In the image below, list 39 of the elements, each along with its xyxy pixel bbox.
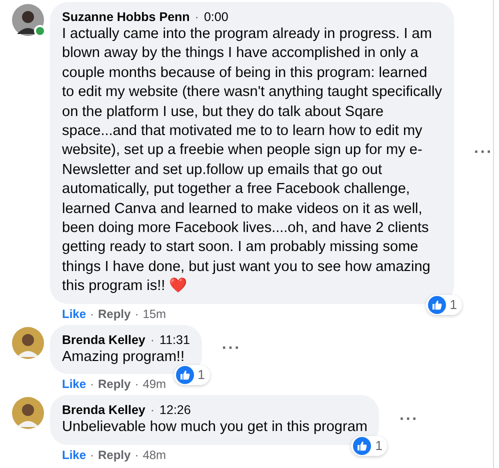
comment-age[interactable]: 15m [142, 306, 166, 321]
thumbs-up-icon [353, 436, 372, 454]
author-name[interactable]: Brenda Kelley [62, 332, 146, 348]
reply-link[interactable]: Reply [98, 306, 131, 321]
more-options-button[interactable]: ··· [474, 144, 493, 162]
separator-dot: · [150, 402, 155, 418]
reaction-count[interactable]: 1 [426, 294, 462, 315]
more-options-button[interactable]: ··· [222, 340, 241, 358]
comment-age[interactable]: 49m [142, 377, 166, 392]
thumbs-up-icon [428, 296, 446, 314]
comment-text: Amazing program!! [62, 348, 186, 367]
reaction-count[interactable]: 1 [351, 436, 388, 456]
comment-text: Unbelievable how much you get in this program [62, 418, 368, 438]
reply-link[interactable]: Reply [98, 377, 131, 392]
thumbs-up-icon [176, 366, 194, 384]
avatar[interactable] [12, 326, 44, 359]
like-link[interactable]: Like [62, 377, 86, 392]
comment-time[interactable]: 12:26 [160, 402, 191, 418]
like-link[interactable]: Like [62, 448, 86, 462]
comment-time[interactable]: 11:31 [160, 332, 190, 348]
author-name[interactable]: Suzanne Hobbs Penn [62, 9, 190, 25]
separator-dot: · [134, 377, 139, 392]
separator-dot: · [90, 448, 94, 462]
reaction-count[interactable]: 1 [174, 365, 210, 386]
separator-dot: · [194, 9, 199, 25]
author-name[interactable]: Brenda Kelley [62, 402, 146, 418]
comment-age[interactable]: 48m [142, 448, 166, 462]
avatar[interactable] [12, 397, 44, 430]
separator-dot: · [90, 377, 94, 392]
separator-dot: · [134, 448, 139, 462]
reply-link[interactable]: Reply [98, 448, 131, 462]
avatar[interactable] [12, 4, 44, 36]
separator-dot: · [150, 332, 155, 348]
separator-dot: · [90, 306, 94, 321]
like-link[interactable]: Like [62, 306, 86, 321]
comment-text: I actually came into the program already in progress. I am blown away by the things I have accomplished in only a couple months because of being in this program: learned to edit my website (there wasn't anything taught specifically on the platform I use, but they do talk about Sqare space...and that motivated me to to learn how to edit my website), set up a freebie when people sign up for my e-Newsletter and set up.follow up emails that go out automatically, put together a free Facebook challenge, learned Canva and learned to make videos on it as well, been doing more Facebook lives....oh, and have 2 clients getting ready to start soon. I am probably missing some things I have done, but just want you to see how amazing this program is!! ❤ [62, 25, 442, 296]
comment-time[interactable]: 0:00 [204, 9, 228, 25]
separator-dot: · [134, 306, 139, 321]
more-options-button[interactable]: ··· [399, 410, 418, 429]
